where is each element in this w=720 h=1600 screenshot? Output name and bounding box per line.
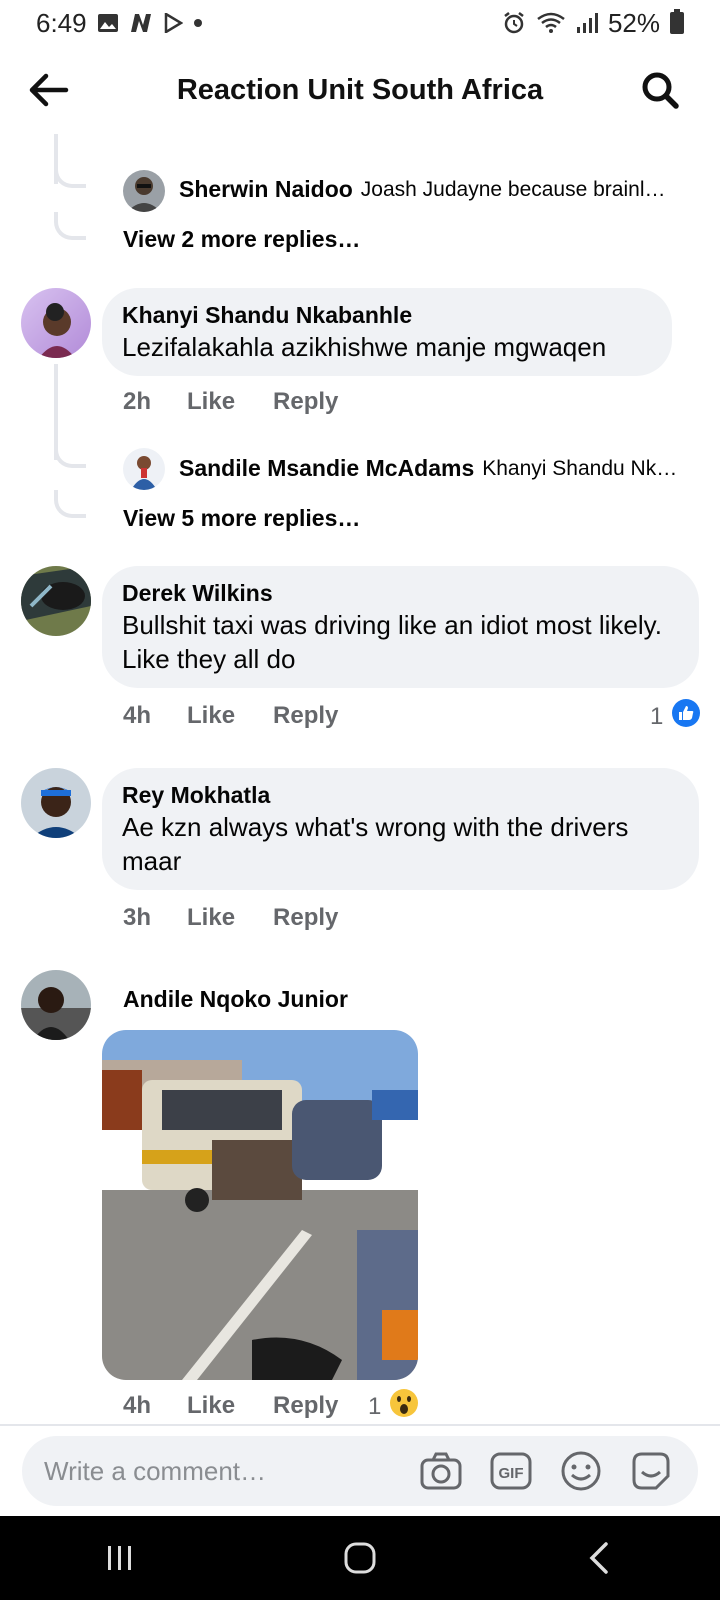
reply-button[interactable]: Reply	[273, 1392, 338, 1420]
comment-author[interactable]: Rey Mokhatla	[122, 780, 679, 810]
status-time: 6:49	[36, 7, 87, 38]
battery-percent: 52%	[607, 7, 660, 38]
battery-icon	[670, 9, 684, 34]
comment-composer: Write a comment… GIF	[22, 1436, 698, 1506]
sticker-icon[interactable]	[628, 1448, 674, 1494]
comment-time: 4h	[123, 702, 152, 729]
avatar[interactable]	[123, 448, 165, 490]
reply-preview[interactable]: Sandile Msandie McAdams Khanyi Shandu Nk…	[179, 455, 699, 482]
search-icon[interactable]	[640, 70, 680, 110]
view-more-replies[interactable]: View 5 more replies…	[123, 505, 360, 532]
thread-elbow	[54, 160, 86, 188]
comment-time: 2h	[123, 388, 152, 415]
home-icon[interactable]	[340, 1538, 380, 1578]
alarm-icon	[502, 11, 526, 35]
comment-text: Lezifalakahla azikhishwe manje mgwaqen	[122, 332, 607, 362]
camera-icon[interactable]	[418, 1448, 464, 1494]
divider	[0, 1424, 720, 1426]
comment-bubble[interactable]: Rey Mokhatla Ae kzn always what's wrong …	[102, 768, 699, 890]
play-store-icon	[163, 13, 183, 33]
dot-icon	[193, 18, 203, 28]
signal-icon	[576, 12, 598, 34]
reply-button[interactable]: Reply	[273, 388, 338, 416]
comment-text: Bullshit taxi was driving like an idiot …	[122, 610, 662, 674]
like-button[interactable]: Like	[187, 388, 235, 416]
comment-author[interactable]: Derek Wilkins	[122, 578, 679, 608]
comment-actions: 2h Like Reply	[123, 388, 376, 416]
wow-icon	[389, 1388, 419, 1425]
avatar[interactable]	[21, 768, 91, 838]
system-nav-bar	[0, 1516, 720, 1600]
comment-author[interactable]: Khanyi Shandu Nkabanhle	[122, 300, 652, 330]
page-header: Reaction Unit South Africa	[0, 50, 720, 130]
comment-bubble[interactable]: Derek Wilkins Bullshit taxi was driving …	[102, 566, 699, 688]
comment-text: Ae kzn always what's wrong with the driv…	[122, 812, 629, 876]
comment-input[interactable]: Write a comment…	[44, 1456, 418, 1487]
reaction-summary[interactable]: 1	[650, 698, 701, 735]
reaction-count: 1	[368, 1392, 382, 1420]
reply-button[interactable]: Reply	[273, 702, 338, 730]
like-button[interactable]: Like	[187, 702, 235, 730]
emoji-icon[interactable]	[558, 1448, 604, 1494]
comment-author[interactable]: Andile Nqoko Junior	[123, 984, 348, 1014]
reply-button[interactable]: Reply	[273, 904, 338, 932]
reply-author[interactable]: Sandile Msandie McAdams	[179, 455, 474, 482]
reply-preview[interactable]: Sherwin Naidoo Joash Judayne because bra…	[179, 176, 699, 203]
comment-actions: 3h Like Reply	[123, 904, 376, 932]
reply-author[interactable]: Sherwin Naidoo	[179, 176, 353, 203]
like-icon	[671, 698, 701, 735]
avatar[interactable]	[21, 566, 91, 636]
reaction-summary[interactable]: 1	[368, 1388, 419, 1425]
avatar[interactable]	[21, 288, 91, 358]
wifi-icon	[536, 12, 566, 34]
page-title: Reaction Unit South Africa	[176, 73, 544, 106]
status-bar: 6:49 52%	[0, 0, 720, 46]
comment-bubble[interactable]: Khanyi Shandu Nkabanhle Lezifalakahla az…	[102, 288, 672, 376]
reply-text: Joash Judayne because brainl…	[360, 177, 666, 201]
avatar[interactable]	[21, 970, 91, 1040]
reply-text: Khanyi Shandu Nk…	[482, 456, 678, 480]
comment-actions: 4h Like Reply	[123, 1392, 376, 1420]
like-button[interactable]: Like	[187, 904, 235, 932]
back-icon[interactable]	[580, 1538, 620, 1578]
comment-time: 4h	[123, 1392, 152, 1419]
recent-apps-icon[interactable]	[100, 1538, 140, 1578]
comment-time: 3h	[123, 904, 152, 931]
gif-icon[interactable]: GIF	[488, 1448, 534, 1494]
comment-actions: 4h Like Reply	[123, 702, 376, 730]
thread-elbow	[54, 490, 86, 518]
thread-elbow	[54, 212, 86, 240]
reaction-count: 1	[650, 702, 664, 730]
avatar[interactable]	[123, 170, 165, 212]
n-app-icon	[129, 13, 153, 33]
thread-elbow	[54, 440, 86, 468]
view-more-replies[interactable]: View 2 more replies…	[123, 226, 360, 253]
gallery-icon	[97, 13, 119, 33]
comment-photo[interactable]	[102, 1030, 418, 1380]
back-arrow-icon[interactable]	[26, 68, 70, 112]
svg-text:GIF: GIF	[499, 1465, 524, 1482]
like-button[interactable]: Like	[187, 1392, 235, 1420]
